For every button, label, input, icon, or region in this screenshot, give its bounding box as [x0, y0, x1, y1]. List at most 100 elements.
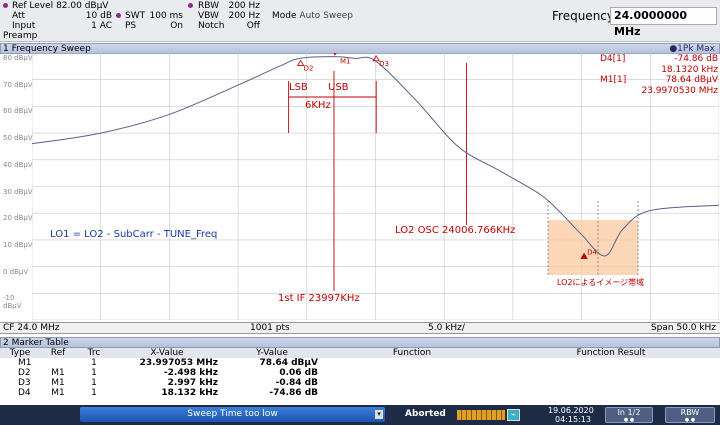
annotation-lines — [288, 63, 467, 291]
table-cell — [502, 368, 720, 378]
table-cell — [322, 358, 502, 368]
bandwidth-label: 6KHz — [305, 100, 331, 111]
ps-value[interactable]: On — [170, 21, 183, 31]
table-cell: M1 — [51, 378, 65, 388]
column-header: Function Result — [576, 348, 646, 358]
m1-level: 78.64 dBµV — [665, 75, 718, 85]
table-cell: D3 — [18, 378, 31, 388]
status-menu-icon[interactable]: ▾ — [375, 410, 383, 419]
d4-level: -74.86 dB — [674, 54, 718, 64]
page-indicator-button[interactable]: In 1/2 ● ● — [605, 407, 653, 423]
frequency-label: Frequency — [552, 9, 614, 23]
marker-label-d3: D3 — [379, 60, 389, 68]
rbw-badge-button[interactable]: RBW ● ● — [665, 407, 715, 423]
table-cell — [502, 388, 720, 398]
column-header: X-Value — [150, 348, 184, 358]
rbw-dots-icon: ● ● — [684, 417, 696, 423]
span-label: Span 50.0 kHz — [650, 323, 716, 333]
marker-table-title: 2 Marker Table — [3, 338, 69, 348]
status-bar: Sweep Time too low ▾ Aborted ⌁ 19.06.202… — [0, 405, 720, 425]
d4-label: D4[1] — [600, 54, 626, 64]
table-cell: 18.132 kHz — [161, 388, 218, 398]
lsb-label: LSB — [289, 82, 308, 93]
table-cell — [322, 368, 502, 378]
rbw-label: RBW — [198, 1, 220, 11]
m1-label: M1[1] — [600, 75, 627, 85]
y-tick-label: 70 dBµV — [3, 80, 33, 89]
time-label: 04:15:13 — [555, 415, 591, 424]
table-cell: 2.997 kHz — [167, 378, 218, 388]
column-header: Ref — [50, 348, 66, 358]
att-label: Att — [12, 11, 26, 21]
marker-label-m1: M1 — [340, 58, 351, 66]
y-tick-label: 80 dBµV — [3, 54, 33, 62]
date-label: 19.06.2020 — [548, 406, 594, 415]
cf-label: CF 24.0 MHz — [3, 323, 60, 333]
column-header: Function — [392, 348, 432, 358]
marker-table-title-bar[interactable]: 2 Marker Table — [0, 337, 720, 348]
y-tick-label: 40 dBµV — [3, 160, 33, 169]
table-cell — [40, 358, 76, 368]
table-cell: M1 — [18, 358, 32, 368]
input-value[interactable]: 1 AC — [91, 21, 112, 31]
input-label: Input — [12, 21, 36, 31]
column-header: Type — [9, 348, 31, 358]
table-cell: 1 — [91, 378, 97, 388]
preamp-label[interactable]: Preamp — [3, 31, 37, 41]
status-message[interactable]: Sweep Time too low — [80, 407, 385, 422]
y-tick-label: 30 dBµV — [3, 187, 33, 196]
table-row[interactable]: D2 M1 1 -2.498 kHz 0.06 dB — [0, 368, 720, 378]
vbw-value[interactable]: 200 Hz — [228, 11, 260, 21]
vbw-label: VBW — [198, 11, 219, 21]
marker-label-d2: D2 — [304, 64, 314, 72]
column-header: Trc — [87, 348, 101, 358]
lo2-osc-label: LO2 OSC 24006.766KHz — [395, 225, 516, 236]
notch-label: Notch — [198, 21, 225, 31]
table-cell: 1 — [91, 388, 97, 398]
div-label: 5.0 kHz/ — [428, 323, 465, 333]
progress-indicator — [457, 410, 505, 420]
ref-level-value[interactable]: 82.00 dBµV — [56, 1, 108, 11]
sweep-state: Aborted — [405, 409, 446, 419]
table-row[interactable]: M1 1 23.997053 MHz 78.64 dBµV — [0, 358, 720, 368]
column-header: Y-Value — [256, 348, 288, 358]
table-cell: -0.84 dB — [275, 378, 318, 388]
table-cell — [322, 388, 502, 398]
swt-dot — [116, 13, 121, 18]
m1-freq: 23.9970530 MHz — [641, 85, 718, 96]
table-cell: 23.997053 MHz — [139, 358, 218, 368]
y-tick-label: 50 dBµV — [3, 134, 33, 143]
table-cell: -2.498 kHz — [163, 368, 218, 378]
points-label: 1001 pts — [250, 323, 290, 333]
table-cell: D2 — [18, 368, 31, 378]
notch-value[interactable]: Off — [247, 21, 260, 31]
table-cell: 78.64 dBµV — [259, 358, 319, 368]
marker-m1 — [333, 53, 337, 56]
frequency-value[interactable]: 24.0000000 MHz — [610, 7, 717, 38]
att-value[interactable]: 10 dB — [86, 11, 112, 21]
table-cell: D4 — [18, 388, 31, 398]
table-cell: 1 — [91, 368, 97, 378]
table-cell: M1 — [51, 368, 65, 378]
marker-table: Type Ref Trc X-Value Y-Value Function Function… — [0, 348, 720, 398]
ref-level-dot — [3, 3, 8, 8]
table-row[interactable]: D4 M1 1 18.132 kHz -74.86 dB — [0, 388, 720, 398]
table-cell: 1 — [91, 358, 97, 368]
mode-value[interactable]: Auto Sweep — [299, 11, 353, 21]
table-row[interactable]: D3 M1 1 2.997 kHz -0.84 dB — [0, 378, 720, 388]
swt-label: SWT — [125, 11, 146, 21]
d4-freq: 18.1320 kHz — [661, 64, 718, 75]
y-tick-label: 10 dBµV — [3, 240, 33, 249]
ps-label: PS — [125, 21, 137, 31]
marker-readout: D4[1] -74.86 dB 18.1320 kHz M1[1] 78.64 dB… — [600, 54, 718, 96]
sweep-footer: CF 24.0 MHz 1001 pts 5.0 kHz/ Span 50.0 … — [0, 322, 720, 334]
table-cell: 0.06 dB — [279, 368, 318, 378]
y-tick-label: -10 dBµV — [3, 294, 22, 311]
rbw-value[interactable]: 200 Hz — [228, 1, 260, 11]
signal-icon: ⌁ — [507, 409, 520, 421]
y-tick-label: 0 dBµV — [3, 267, 29, 276]
instrument-header: Ref Level 82.00 dBµV Att 10 dB Input 1 AC … — [0, 0, 720, 42]
swt-value[interactable]: 100 ms — [150, 11, 184, 21]
page-dots-icon: ● ● — [623, 417, 635, 423]
table-cell — [502, 358, 720, 368]
